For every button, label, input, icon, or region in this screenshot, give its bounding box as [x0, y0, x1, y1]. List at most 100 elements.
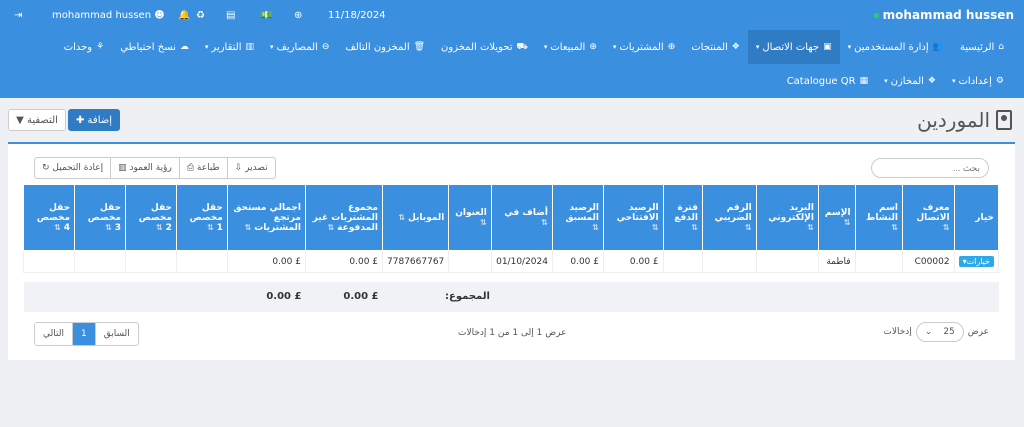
nav-icon: ▣	[823, 42, 832, 52]
caret-down-icon: ▾	[951, 77, 956, 85]
column-header[interactable]: أضاف في ⇅	[490, 184, 553, 251]
main-nav: ⌂ الرئيسية 👥 إدارة المستخدمين ▾ ▣ جهات الاتصال…	[0, 30, 1024, 98]
column-header[interactable]: مجموع المشتريات غير المدفوعة ⇅	[304, 184, 384, 251]
mobile-cell: 7787667767	[382, 250, 450, 273]
nav-icon: ⌂	[998, 42, 1004, 52]
column-header[interactable]: اسم النشاط ⇅	[854, 184, 904, 251]
custom-field-cell	[74, 250, 126, 273]
filter-button[interactable]: ▼ التصفية	[8, 109, 66, 131]
date-label: 11/18/2024	[328, 9, 386, 21]
nav-item-a8[interactable]: ⊖ المصاريف ▾	[262, 30, 337, 64]
caret-down-icon: ▾	[543, 43, 548, 51]
export-label: تصدير	[245, 163, 268, 173]
search-input[interactable]	[871, 158, 989, 178]
email-cell	[755, 250, 819, 273]
calculator-icon[interactable]: ▤	[226, 0, 235, 30]
filter-label: التصفية	[26, 114, 58, 126]
column-header[interactable]: البريد الإلكتروني ⇅	[755, 184, 819, 251]
column-header[interactable]: فترة الدفع ⇅	[662, 184, 703, 251]
nav-label: إعدادات	[958, 75, 992, 87]
column-header[interactable]: حقل مخصص 4 ⇅	[22, 184, 76, 251]
sort-icon: ⇅	[105, 222, 115, 232]
nav-icon: 👥	[932, 42, 944, 52]
column-header[interactable]: حقل مخصص 3 ⇅	[74, 184, 126, 251]
sort-icon: ⇅	[745, 222, 752, 232]
nav-icon: ⚘	[96, 42, 105, 52]
print-button[interactable]: ⎙ طباعة	[180, 158, 228, 178]
page-1-button[interactable]: 1	[72, 323, 96, 345]
page-header: الموردين	[917, 108, 1012, 132]
total-return-due: £ 0.00	[227, 281, 306, 312]
sort-icon: ⇅	[891, 222, 899, 232]
reload-button[interactable]: ↻ إعادة التحميل	[35, 158, 112, 178]
nav-item-b1[interactable]: ❖ المخازن ▾	[876, 64, 944, 98]
nav-label: Catalogue QR	[786, 75, 856, 87]
top-bar: ⇥ mohammad hussen ☻ 🔔 ♻ ▤ 💵 ⊕ 11/18/2024…	[0, 0, 1024, 30]
action-cell: خيارات▾	[953, 250, 1000, 273]
length-select[interactable]: 25 ⌄	[915, 322, 964, 342]
nav-item-a10[interactable]: ☁ نسخ احتياطي	[112, 30, 197, 64]
nav-item-a11[interactable]: ⚘ وحدات	[56, 30, 113, 64]
add-icon[interactable]: ⊕	[294, 0, 302, 30]
nav-label: الرئيسية	[959, 41, 995, 53]
chevron-down-icon: ⌄	[924, 327, 933, 337]
nav-icon: ⛟	[516, 41, 528, 52]
nav-label: المخازن	[890, 75, 924, 87]
column-header[interactable]: حقل مخصص 2 ⇅	[124, 184, 177, 251]
column-header[interactable]: معرف الاتصال ⇅	[902, 184, 955, 251]
options-button[interactable]: خيارات▾	[958, 255, 994, 267]
brand[interactable]: mohammad hussen	[873, 0, 1014, 30]
previous-button[interactable]: السابق	[96, 323, 138, 345]
nav-item-a9[interactable]: ▥ التقارير ▾	[197, 30, 262, 64]
recycle-icon[interactable]: ♻	[196, 0, 205, 30]
nav-item-a0[interactable]: ⌂ الرئيسية	[952, 30, 1012, 64]
logout-icon[interactable]: ⇥	[14, 0, 22, 30]
custom-field-cell	[175, 250, 228, 273]
nav-icon: ☁	[179, 42, 189, 52]
nav-item-a6[interactable]: ⛟ تحويلات المخزون	[433, 30, 536, 64]
column-header[interactable]: الموبايل ⇅	[382, 184, 450, 251]
nav-label: المخزون التالف	[345, 41, 410, 53]
suppliers-table: خيار معرف الاتصال ⇅ اسم النشاط ⇅ الإسم ⇅ الب…	[22, 184, 1000, 312]
money-icon[interactable]: 💵	[260, 0, 272, 30]
nav-item-a3[interactable]: ❖ المنتجات	[683, 30, 748, 64]
column-header[interactable]: الإسم ⇅	[817, 184, 856, 251]
table-footer: المجموع: £ 0.00 £ 0.00	[23, 281, 999, 312]
nav-item-a2[interactable]: ▣ جهات الاتصال ▾	[747, 30, 840, 64]
nav-item-a5[interactable]: ⊕ المبيعات ▾	[536, 30, 605, 64]
nav-icon: ⊕	[589, 42, 597, 52]
name-cell: فاطمة	[817, 250, 856, 273]
column-header[interactable]: حقل مخصص 1 ⇅	[175, 184, 228, 251]
export-button[interactable]: ⇩ تصدير	[228, 158, 275, 178]
nav-item-b0[interactable]: ⚙ إعدادات ▾	[944, 64, 1012, 98]
sort-icon: ⇅	[843, 217, 851, 227]
reload-label: إعادة التحميل	[52, 163, 104, 173]
sort-icon: ⇅	[54, 222, 64, 232]
nav-item-a7[interactable]: 🗑 المخزون التالف	[337, 30, 433, 64]
column-header[interactable]: الرصيد الافتتاحي ⇅	[603, 184, 664, 251]
nav-item-a4[interactable]: ⊕ المشتريات ▾	[605, 30, 683, 64]
bell-icon[interactable]: 🔔	[178, 0, 190, 30]
nav-label: تحويلات المخزون	[441, 41, 513, 53]
contact-id-cell: C00002	[902, 250, 955, 273]
contact-card-icon	[996, 110, 1012, 130]
total-label: المجموع:	[382, 281, 553, 312]
length-prefix: عرض	[967, 327, 989, 337]
nav-icon: 🗑	[413, 42, 426, 52]
tax-cell	[701, 250, 757, 273]
address-cell	[448, 250, 492, 273]
caret-down-icon: ▾	[755, 43, 760, 51]
column-header[interactable]: الرصيد المسبق ⇅	[551, 184, 605, 251]
column-header[interactable]: العنوان ⇅	[448, 184, 492, 251]
brand-label: mohammad hussen	[882, 8, 1014, 22]
column-header[interactable]: خيار	[953, 184, 1000, 251]
column-header[interactable]: اجمالي مستحق مرتجع المشتريات ⇅	[226, 184, 306, 251]
add-button[interactable]: ✚ إضافة	[68, 109, 120, 131]
nav-item-b2[interactable]: ▦ Catalogue QR	[779, 64, 876, 98]
column-visibility-button[interactable]: ▥ رؤية العمود	[111, 158, 180, 178]
next-button[interactable]: التالي	[35, 323, 73, 345]
user-menu[interactable]: mohammad hussen ☻	[52, 0, 165, 30]
column-header[interactable]: الرقم الضريبي ⇅	[701, 184, 757, 251]
nav-item-a1[interactable]: 👥 إدارة المستخدمين ▾	[840, 30, 952, 64]
caret-down-icon: ▾	[884, 77, 888, 85]
